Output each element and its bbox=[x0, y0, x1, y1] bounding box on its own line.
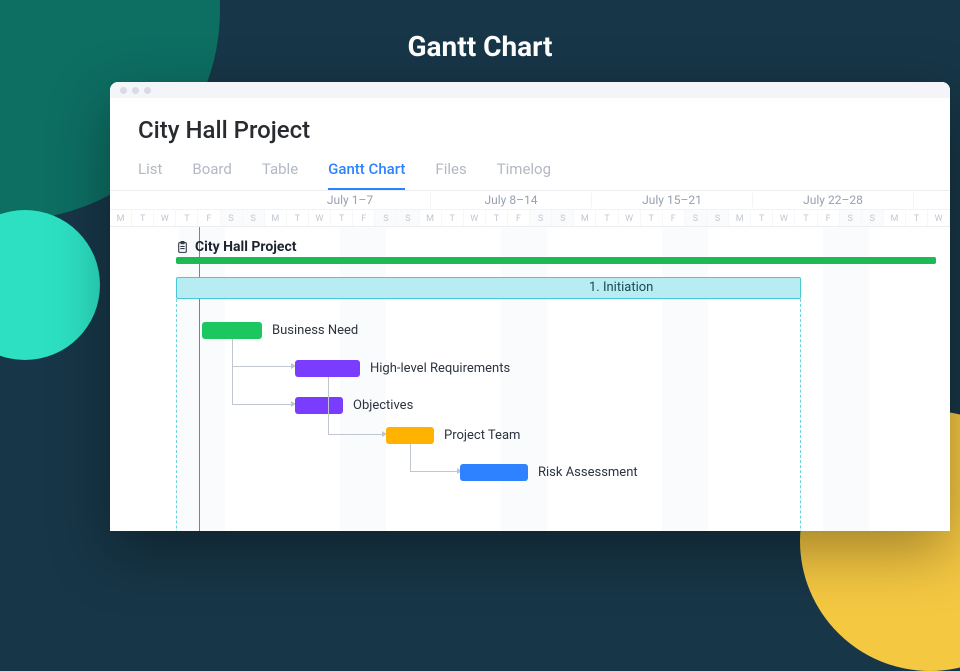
dependency-arrow bbox=[232, 339, 292, 405]
dependency-arrow bbox=[328, 377, 383, 435]
page-title: City Hall Project bbox=[138, 116, 922, 144]
tab-table[interactable]: Table bbox=[262, 160, 298, 190]
view-tabs: List Board Table Gantt Chart Files Timel… bbox=[138, 160, 922, 190]
today-line bbox=[199, 227, 200, 531]
clipboard-icon bbox=[176, 241, 189, 254]
day-label: T bbox=[287, 210, 309, 226]
day-label: W bbox=[928, 210, 950, 226]
day-label: S bbox=[552, 210, 574, 226]
day-label: F bbox=[353, 210, 375, 226]
dependency-arrow bbox=[410, 444, 458, 472]
phase-bar-initiation[interactable]: 1. Initiation bbox=[176, 277, 801, 299]
day-label: F bbox=[198, 210, 220, 226]
day-label: W bbox=[309, 210, 331, 226]
task-label: High-level Requirements bbox=[370, 361, 510, 376]
day-label: S bbox=[862, 210, 884, 226]
weekend-stripe bbox=[501, 227, 547, 531]
task-bar-project-team[interactable] bbox=[386, 427, 434, 444]
traffic-light-dot bbox=[144, 87, 151, 94]
day-label: T bbox=[442, 210, 464, 226]
day-label: T bbox=[795, 210, 817, 226]
task-label: Business Need bbox=[272, 323, 358, 338]
day-label: T bbox=[596, 210, 618, 226]
app-window: City Hall Project List Board Table Gantt… bbox=[110, 82, 950, 531]
phase-boundary bbox=[800, 299, 801, 531]
project-summary-row[interactable]: City Hall Project bbox=[176, 239, 296, 255]
day-label: S bbox=[375, 210, 397, 226]
day-label: W bbox=[619, 210, 641, 226]
week-label: July 8–14 bbox=[431, 193, 592, 207]
day-label: S bbox=[221, 210, 243, 226]
day-label: T bbox=[751, 210, 773, 226]
task-row[interactable]: Project Team bbox=[386, 427, 520, 444]
day-label: S bbox=[685, 210, 707, 226]
day-label: F bbox=[818, 210, 840, 226]
day-label: F bbox=[663, 210, 685, 226]
task-bar-business-need[interactable] bbox=[202, 322, 262, 339]
day-label: T bbox=[331, 210, 353, 226]
day-label: T bbox=[906, 210, 928, 226]
week-label: July 1–7 bbox=[270, 193, 431, 207]
day-label: T bbox=[641, 210, 663, 226]
hero-title: Gantt Chart bbox=[0, 30, 960, 63]
tab-list[interactable]: List bbox=[138, 160, 162, 190]
day-label: W bbox=[773, 210, 795, 226]
day-label: M bbox=[884, 210, 906, 226]
day-label: F bbox=[508, 210, 530, 226]
tab-timelog[interactable]: Timelog bbox=[497, 160, 551, 190]
window-chrome bbox=[110, 82, 950, 98]
weekend-stripe bbox=[179, 227, 225, 531]
day-label: T bbox=[132, 210, 154, 226]
phase-boundary bbox=[176, 299, 177, 531]
task-row[interactable]: High-level Requirements bbox=[295, 360, 510, 377]
task-bar-requirements[interactable] bbox=[295, 360, 360, 377]
day-label: T bbox=[486, 210, 508, 226]
project-summary-bar[interactable] bbox=[176, 257, 936, 264]
task-row[interactable]: Risk Assessment bbox=[460, 464, 638, 481]
bg-shape bbox=[0, 210, 100, 360]
tab-board[interactable]: Board bbox=[192, 160, 231, 190]
day-label: M bbox=[729, 210, 751, 226]
day-label: M bbox=[265, 210, 287, 226]
day-label: M bbox=[420, 210, 442, 226]
weekend-stripe bbox=[662, 227, 708, 531]
task-label: Risk Assessment bbox=[538, 465, 638, 480]
week-label: July 15–21 bbox=[592, 193, 753, 207]
day-label: T bbox=[176, 210, 198, 226]
day-label: W bbox=[464, 210, 486, 226]
day-label: M bbox=[110, 210, 132, 226]
project-summary-label: City Hall Project bbox=[195, 239, 296, 255]
week-label: July 22–28 bbox=[753, 193, 914, 207]
traffic-light-dot bbox=[120, 87, 127, 94]
day-label: S bbox=[840, 210, 862, 226]
day-label: S bbox=[707, 210, 729, 226]
day-label: S bbox=[530, 210, 552, 226]
task-label: Project Team bbox=[444, 428, 520, 443]
day-label: M bbox=[574, 210, 596, 226]
day-label: S bbox=[243, 210, 265, 226]
day-label: W bbox=[154, 210, 176, 226]
task-bar-risk-assessment[interactable] bbox=[460, 464, 528, 481]
timeline-header: July 1–7 July 8–14 July 15–21 July 22–28… bbox=[110, 190, 950, 531]
weekend-stripe bbox=[823, 227, 869, 531]
tab-files[interactable]: Files bbox=[435, 160, 466, 190]
traffic-light-dot bbox=[132, 87, 139, 94]
tab-gantt[interactable]: Gantt Chart bbox=[328, 160, 405, 190]
day-label: S bbox=[397, 210, 419, 226]
task-row[interactable]: Business Need bbox=[202, 322, 358, 339]
gantt-body[interactable]: › City Hall Project 1. Initiation Busine… bbox=[110, 227, 950, 531]
